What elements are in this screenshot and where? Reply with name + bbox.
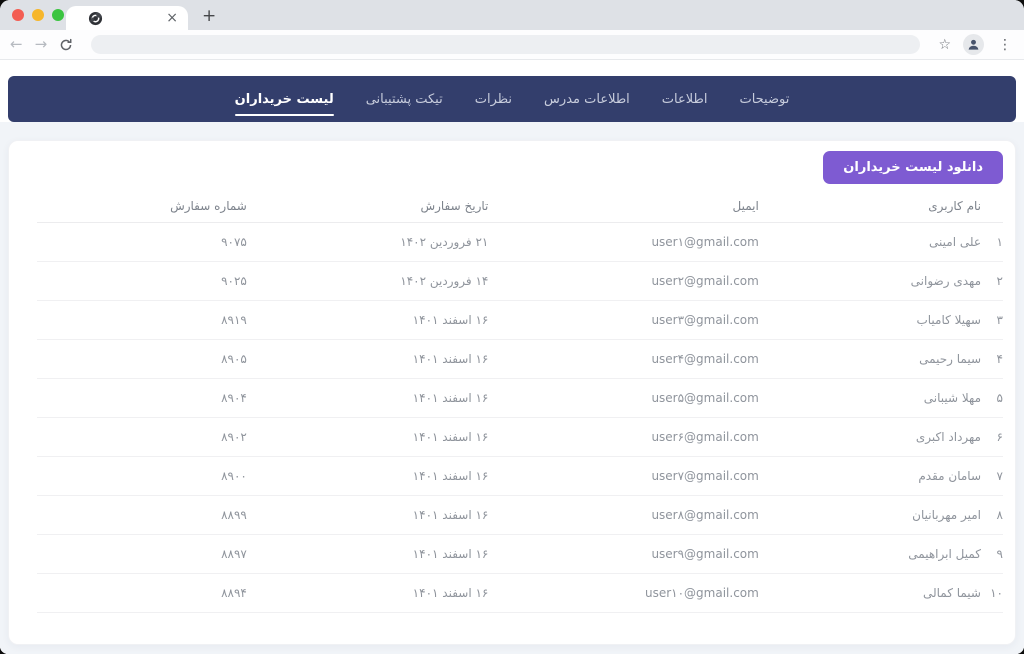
course-tabs-navbar: توضیحات اطلاعات اطلاعات مدرس نظرات تیکت پشتی…	[8, 76, 1016, 122]
cell-username: سهیلا کامیاب	[759, 300, 981, 339]
cell-username: شیما کمالی	[759, 573, 981, 612]
cell-order_number: ۹۰۷۵	[37, 222, 247, 261]
close-window-button[interactable]	[12, 9, 24, 21]
cell-order_number: ۹۰۲۵	[37, 261, 247, 300]
cell-email: user۶@gmail.com	[488, 417, 758, 456]
window-controls	[12, 9, 64, 21]
cell-email: user۴@gmail.com	[488, 339, 758, 378]
back-icon[interactable]: ←	[10, 37, 23, 52]
cell-index: ۳	[981, 300, 1003, 339]
card-toolbar: دانلود لیست خریداران	[9, 141, 1015, 190]
table-row: ۸امیر مهربانیانuser۸@gmail.com۱۶ اسفند ۱…	[37, 495, 1003, 534]
maximize-window-button[interactable]	[52, 9, 64, 21]
cell-email: user۲@gmail.com	[488, 261, 758, 300]
cell-order_date: ۱۶ اسفند ۱۴۰۱	[247, 339, 489, 378]
cell-username: مهلا شیبانی	[759, 378, 981, 417]
cell-email: user۱۰@gmail.com	[488, 573, 758, 612]
nav-tab-1[interactable]: اطلاعات	[662, 92, 708, 107]
cell-username: مهدی رضوانی	[759, 261, 981, 300]
download-buyers-button[interactable]: دانلود لیست خریداران	[823, 151, 1003, 184]
nav-tab-3[interactable]: نظرات	[475, 92, 512, 107]
reload-icon[interactable]	[59, 38, 73, 52]
cell-index: ۱	[981, 222, 1003, 261]
cell-order_date: ۱۶ اسفند ۱۴۰۱	[247, 300, 489, 339]
cell-order_number: ۸۹۰۰	[37, 456, 247, 495]
cell-order_date: ۱۶ اسفند ۱۴۰۱	[247, 534, 489, 573]
table-header-row: نام کاربری ایمیل تاریخ سفارش شماره سفارش	[37, 190, 1003, 222]
cell-order_date: ۱۶ اسفند ۱۴۰۱	[247, 456, 489, 495]
cell-index: ۷	[981, 456, 1003, 495]
cell-order_number: ۸۹۰۵	[37, 339, 247, 378]
cell-index: ۶	[981, 417, 1003, 456]
cell-order_number: ۸۸۹۹	[37, 495, 247, 534]
cell-order_number: ۸۹۱۹	[37, 300, 247, 339]
cell-email: user۹@gmail.com	[488, 534, 758, 573]
table-row: ۵مهلا شیبانیuser۵@gmail.com۱۶ اسفند ۱۴۰۱…	[37, 378, 1003, 417]
buyers-table: نام کاربری ایمیل تاریخ سفارش شماره سفارش…	[37, 190, 1003, 613]
table-row: ۳سهیلا کامیابuser۳@gmail.com۱۶ اسفند ۱۴۰…	[37, 300, 1003, 339]
cell-order_date: ۱۶ اسفند ۱۴۰۱	[247, 573, 489, 612]
table-row: ۹کمیل ابراهیمیuser۹@gmail.com۱۶ اسفند ۱۴…	[37, 534, 1003, 573]
header-index	[981, 190, 1003, 222]
browser-toolbar: ← → ☆ ⋮	[0, 30, 1024, 60]
table-row: ۶مهرداد اکبریuser۶@gmail.com۱۶ اسفند ۱۴۰…	[37, 417, 1003, 456]
cell-email: user۵@gmail.com	[488, 378, 758, 417]
header-email: ایمیل	[488, 190, 758, 222]
header-order-number: شماره سفارش	[37, 190, 247, 222]
cell-index: ۲	[981, 261, 1003, 300]
minimize-window-button[interactable]	[32, 9, 44, 21]
cell-order_number: ۸۹۰۴	[37, 378, 247, 417]
cell-order_date: ۱۶ اسفند ۱۴۰۱	[247, 417, 489, 456]
cell-username: کمیل ابراهیمی	[759, 534, 981, 573]
new-tab-button[interactable]: +	[202, 8, 216, 25]
table-row: ۴سیما رحیمیuser۴@gmail.com۱۶ اسفند ۱۴۰۱۸…	[37, 339, 1003, 378]
cell-index: ۱۰	[981, 573, 1003, 612]
buyers-list-card: دانلود لیست خریداران نام کاربری ایمیل تا…	[8, 140, 1016, 645]
buyers-table-body: ۱علی امینیuser۱@gmail.com۲۱ فروردین ۱۴۰۲…	[37, 222, 1003, 612]
cell-index: ۴	[981, 339, 1003, 378]
browser-tab[interactable]: ×	[66, 6, 188, 30]
cell-order_number: ۸۸۹۷	[37, 534, 247, 573]
cell-order_date: ۲۱ فروردین ۱۴۰۲	[247, 222, 489, 261]
cell-email: user۱@gmail.com	[488, 222, 758, 261]
page-body: دانلود لیست خریداران نام کاربری ایمیل تا…	[0, 122, 1024, 654]
cell-username: سیما رحیمی	[759, 339, 981, 378]
bookmark-star-icon[interactable]: ☆	[938, 37, 951, 53]
site-favicon-icon	[88, 11, 103, 26]
nav-tab-0[interactable]: توضیحات	[739, 92, 789, 107]
table-row: ۲مهدی رضوانیuser۲@gmail.com۱۴ فروردین ۱۴…	[37, 261, 1003, 300]
cell-order_date: ۱۶ اسفند ۱۴۰۱	[247, 495, 489, 534]
browser-window: × + ← → ☆ ⋮ توضیحات اطلاعات اطلاعات مدرس نظ…	[0, 0, 1024, 654]
cell-order_number: ۸۸۹۴	[37, 573, 247, 612]
header-order-date: تاریخ سفارش	[247, 190, 489, 222]
table-row: ۱۰شیما کمالیuser۱۰@gmail.com۱۶ اسفند ۱۴۰…	[37, 573, 1003, 612]
cell-order_date: ۱۴ فروردین ۱۴۰۲	[247, 261, 489, 300]
table-row: ۱علی امینیuser۱@gmail.com۲۱ فروردین ۱۴۰۲…	[37, 222, 1003, 261]
browser-menu-icon[interactable]: ⋮	[996, 37, 1014, 53]
cell-index: ۵	[981, 378, 1003, 417]
table-row: ۷سامان مقدمuser۷@gmail.com۱۶ اسفند ۱۴۰۱۸…	[37, 456, 1003, 495]
cell-index: ۸	[981, 495, 1003, 534]
cell-email: user۸@gmail.com	[488, 495, 758, 534]
browser-tab-strip: × +	[0, 0, 1024, 30]
nav-tab-4[interactable]: تیکت پشتیبانی	[366, 92, 443, 107]
cell-email: user۳@gmail.com	[488, 300, 758, 339]
cell-username: امیر مهربانیان	[759, 495, 981, 534]
nav-tab-5[interactable]: لیست خریداران	[235, 92, 334, 107]
cell-email: user۷@gmail.com	[488, 456, 758, 495]
address-bar[interactable]	[91, 35, 920, 54]
header-username: نام کاربری	[759, 190, 981, 222]
profile-avatar[interactable]	[963, 34, 984, 55]
nav-tab-2[interactable]: اطلاعات مدرس	[544, 92, 630, 107]
cell-username: علی امینی	[759, 222, 981, 261]
cell-index: ۹	[981, 534, 1003, 573]
forward-icon[interactable]: →	[35, 37, 48, 52]
cell-username: سامان مقدم	[759, 456, 981, 495]
cell-order_date: ۱۶ اسفند ۱۴۰۱	[247, 378, 489, 417]
close-tab-icon[interactable]: ×	[166, 11, 178, 25]
page-content: توضیحات اطلاعات اطلاعات مدرس نظرات تیکت پشتی…	[0, 76, 1024, 654]
cell-order_number: ۸۹۰۲	[37, 417, 247, 456]
cell-username: مهرداد اکبری	[759, 417, 981, 456]
